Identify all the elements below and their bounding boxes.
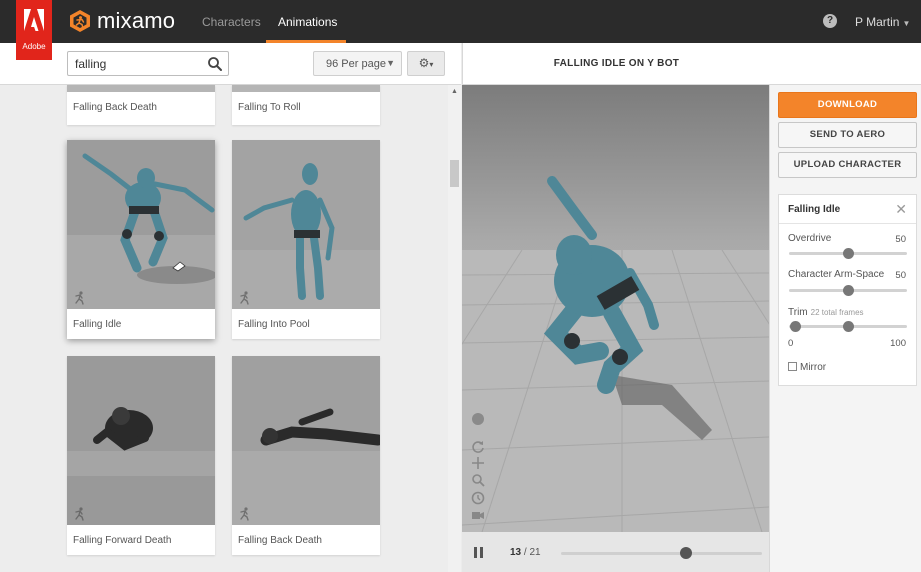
3d-viewport[interactable] bbox=[462, 85, 769, 532]
animation-title: Falling Back Death bbox=[238, 535, 322, 546]
settings-title: Falling Idle bbox=[788, 204, 841, 215]
playback-bar: 13 / 21 bbox=[462, 532, 769, 572]
chevron-down-icon: ▼ bbox=[902, 19, 911, 28]
animation-thumbnail bbox=[232, 85, 380, 92]
viewer-title: FALLING IDLE ON Y BOT bbox=[553, 58, 680, 69]
mirror-label: Mirror bbox=[800, 362, 827, 373]
per-page-value: 96 Per page bbox=[326, 58, 386, 70]
search-icon[interactable] bbox=[207, 56, 223, 72]
animation-card[interactable]: Falling Back Death bbox=[232, 356, 380, 555]
right-panel-header bbox=[769, 43, 921, 85]
running-figure-icon bbox=[240, 291, 249, 305]
trim-label: Trim 22 total frames bbox=[788, 307, 864, 318]
animation-card-selected[interactable]: Falling Idle bbox=[67, 140, 215, 339]
rotate-icon[interactable] bbox=[471, 440, 485, 454]
camera-reset-icon[interactable] bbox=[471, 412, 485, 426]
animation-title: Falling To Roll bbox=[238, 102, 301, 113]
search-toolbar: 96 Per page▼ ⚙▾ bbox=[0, 43, 461, 85]
frame-counter: 13 / 21 bbox=[510, 547, 541, 558]
trim-start-knob[interactable] bbox=[789, 321, 801, 332]
per-page-select[interactable]: 96 Per page ▼ bbox=[313, 51, 402, 76]
trim-frames-note: 22 total frames bbox=[810, 308, 864, 317]
arm-space-label: Character Arm-Space bbox=[788, 269, 885, 280]
timeline-track[interactable] bbox=[561, 552, 762, 555]
trim-max: 100 bbox=[890, 338, 906, 349]
close-icon[interactable]: ✕ bbox=[895, 201, 907, 218]
user-name: P Martin bbox=[855, 15, 900, 29]
timeline-scrubber[interactable] bbox=[679, 547, 692, 559]
chevron-down-icon: ▼ bbox=[386, 58, 395, 68]
scrollbar-thumb[interactable] bbox=[450, 160, 459, 187]
running-figure-icon bbox=[75, 291, 84, 305]
search-input[interactable] bbox=[75, 55, 205, 73]
running-figure-icon bbox=[75, 507, 84, 521]
adobe-logo[interactable]: Adobe bbox=[16, 0, 52, 60]
animation-card[interactable]: Falling Into Pool bbox=[232, 140, 380, 339]
animation-card[interactable]: Falling Back Death bbox=[67, 85, 215, 125]
adobe-label: Adobe bbox=[22, 42, 46, 51]
user-menu[interactable]: P Martin ▼ bbox=[855, 15, 910, 29]
checkbox-box[interactable] bbox=[788, 362, 797, 371]
help-icon[interactable]: ? bbox=[823, 14, 837, 28]
total-frames: 21 bbox=[529, 547, 541, 558]
current-frame: 13 bbox=[510, 547, 522, 558]
send-to-aero-button[interactable]: SEND TO AERO bbox=[778, 122, 917, 148]
trim-min: 0 bbox=[788, 338, 794, 349]
pan-icon[interactable] bbox=[471, 456, 485, 470]
tab-characters[interactable]: Characters bbox=[202, 15, 261, 29]
clock-icon[interactable] bbox=[471, 491, 485, 505]
search-box[interactable] bbox=[67, 51, 229, 76]
animation-title: Falling Into Pool bbox=[238, 319, 310, 330]
overdrive-label: Overdrive bbox=[788, 233, 832, 244]
tab-animations[interactable]: Animations bbox=[278, 15, 337, 29]
pause-icon[interactable] bbox=[474, 547, 484, 558]
animation-thumbnail bbox=[232, 140, 380, 309]
overdrive-value: 50 bbox=[895, 234, 906, 245]
animation-title: Falling Back Death bbox=[73, 102, 157, 113]
settings-dropdown-button[interactable]: ⚙▾ bbox=[407, 51, 445, 76]
mirror-checkbox[interactable]: Mirror bbox=[788, 362, 826, 373]
animation-thumbnail bbox=[67, 85, 215, 92]
chevron-down-icon: ▾ bbox=[429, 60, 434, 69]
divider bbox=[779, 223, 916, 224]
arm-space-value: 50 bbox=[895, 270, 906, 281]
animation-card[interactable]: Falling Forward Death bbox=[67, 356, 215, 555]
gear-icon: ⚙ bbox=[418, 56, 430, 70]
animation-browser: 96 Per page▼ ⚙▾ Falling Back Death Falli… bbox=[0, 43, 461, 572]
running-figure-icon bbox=[240, 507, 249, 521]
adobe-icon bbox=[24, 9, 44, 31]
arm-space-slider-knob[interactable] bbox=[842, 285, 854, 296]
brand-name[interactable]: mixamo bbox=[97, 8, 175, 34]
animation-title: Falling Idle bbox=[73, 319, 122, 330]
overdrive-slider-knob[interactable] bbox=[842, 248, 854, 259]
animation-settings-card: Falling Idle ✕ Overdrive 50 Character Ar… bbox=[778, 194, 917, 386]
mixamo-logo-icon[interactable] bbox=[68, 9, 92, 33]
trim-end-knob[interactable] bbox=[842, 321, 854, 332]
upload-character-button[interactable]: UPLOAD CHARACTER bbox=[778, 152, 917, 178]
animation-thumbnail bbox=[67, 356, 215, 525]
scrollbar[interactable] bbox=[448, 85, 461, 572]
trim-title: Trim bbox=[788, 307, 808, 318]
animation-title: Falling Forward Death bbox=[73, 535, 172, 546]
download-button[interactable]: DOWNLOAD bbox=[778, 92, 917, 118]
animation-card[interactable]: Falling To Roll bbox=[232, 85, 380, 125]
viewer-header: FALLING IDLE ON Y BOT bbox=[462, 43, 769, 85]
scroll-up-arrow-icon[interactable]: ▲ bbox=[451, 88, 458, 95]
zoom-icon[interactable] bbox=[471, 473, 485, 487]
animation-thumbnail bbox=[67, 140, 215, 309]
animation-thumbnail bbox=[232, 356, 380, 525]
video-camera-icon[interactable] bbox=[471, 508, 485, 522]
